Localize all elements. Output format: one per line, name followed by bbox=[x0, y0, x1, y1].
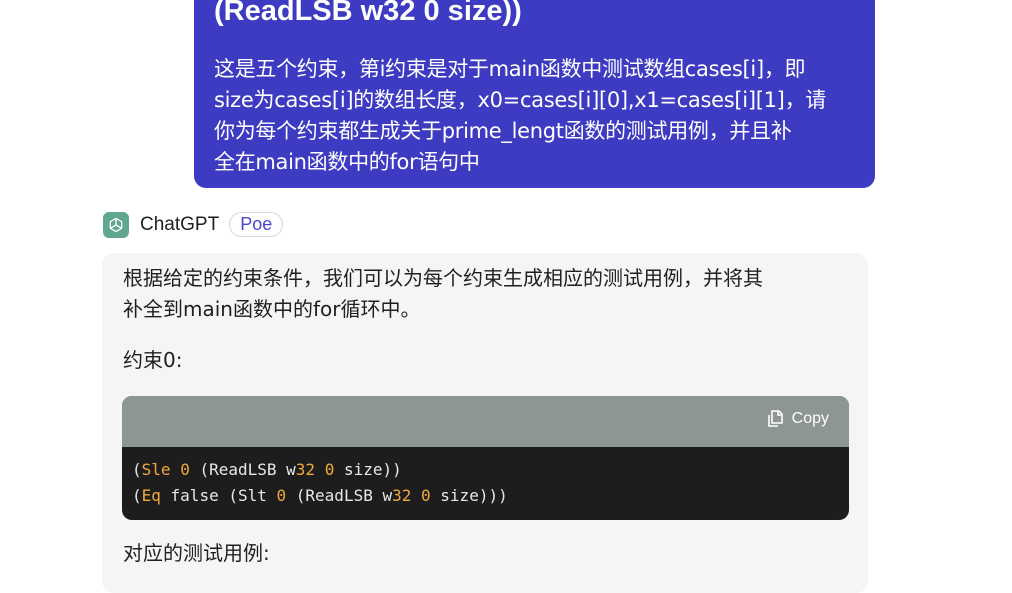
test-cases-label: 对应的测试用例: bbox=[123, 541, 270, 565]
user-message-bubble: (ReadLSB w32 0 size)) 这是五个约束，第i约束是对于main… bbox=[194, 0, 875, 188]
code-content[interactable]: (Sle 0 (ReadLSB w32 0 size)) (Eq false (S… bbox=[122, 447, 849, 509]
copy-button[interactable]: Copy bbox=[766, 409, 829, 428]
bot-name[interactable]: ChatGPT bbox=[140, 214, 219, 236]
code-line: (Sle 0 (ReadLSB w32 0 size)) bbox=[132, 460, 402, 479]
user-message-heading: (ReadLSB w32 0 size)) bbox=[214, 0, 522, 27]
code-line: (Eq false (Slt 0 (ReadLSB w32 0 size))) bbox=[132, 486, 508, 505]
user-message-body: 这是五个约束，第i约束是对于main函数中测试数组cases[i]，即 size… bbox=[214, 54, 859, 178]
user-message-line: 这是五个约束，第i约束是对于main函数中测试数组cases[i]，即 bbox=[214, 57, 806, 81]
code-block: Copy (Sle 0 (ReadLSB w32 0 size)) (Eq fal… bbox=[122, 396, 849, 520]
copy-icon bbox=[767, 410, 783, 427]
openai-logo-icon bbox=[103, 211, 129, 238]
user-message-line: size为cases[i]的数组长度，x0=cases[i][0],x1=cas… bbox=[214, 88, 826, 112]
user-message-line: 你为每个约束都生成关于prime_lengt函数的测试用例，并且补 bbox=[214, 119, 792, 143]
constraint-label: 约束0: bbox=[123, 348, 183, 372]
poe-badge[interactable]: Poe bbox=[229, 212, 284, 237]
user-message-line: 全在main函数中的for语句中 bbox=[214, 150, 480, 174]
bot-header: ChatGPT Poe bbox=[103, 211, 284, 238]
code-block-header: Copy bbox=[122, 396, 849, 447]
bot-message-bubble: 根据给定的约束条件，我们可以为每个约束生成相应的测试用例，并将其 补全到main… bbox=[102, 253, 868, 593]
response-intro-line: 根据给定的约束条件，我们可以为每个约束生成相应的测试用例，并将其 bbox=[123, 266, 763, 290]
copy-label: Copy bbox=[791, 409, 829, 427]
response-intro-line: 补全到main函数中的for循环中。 bbox=[123, 297, 421, 321]
